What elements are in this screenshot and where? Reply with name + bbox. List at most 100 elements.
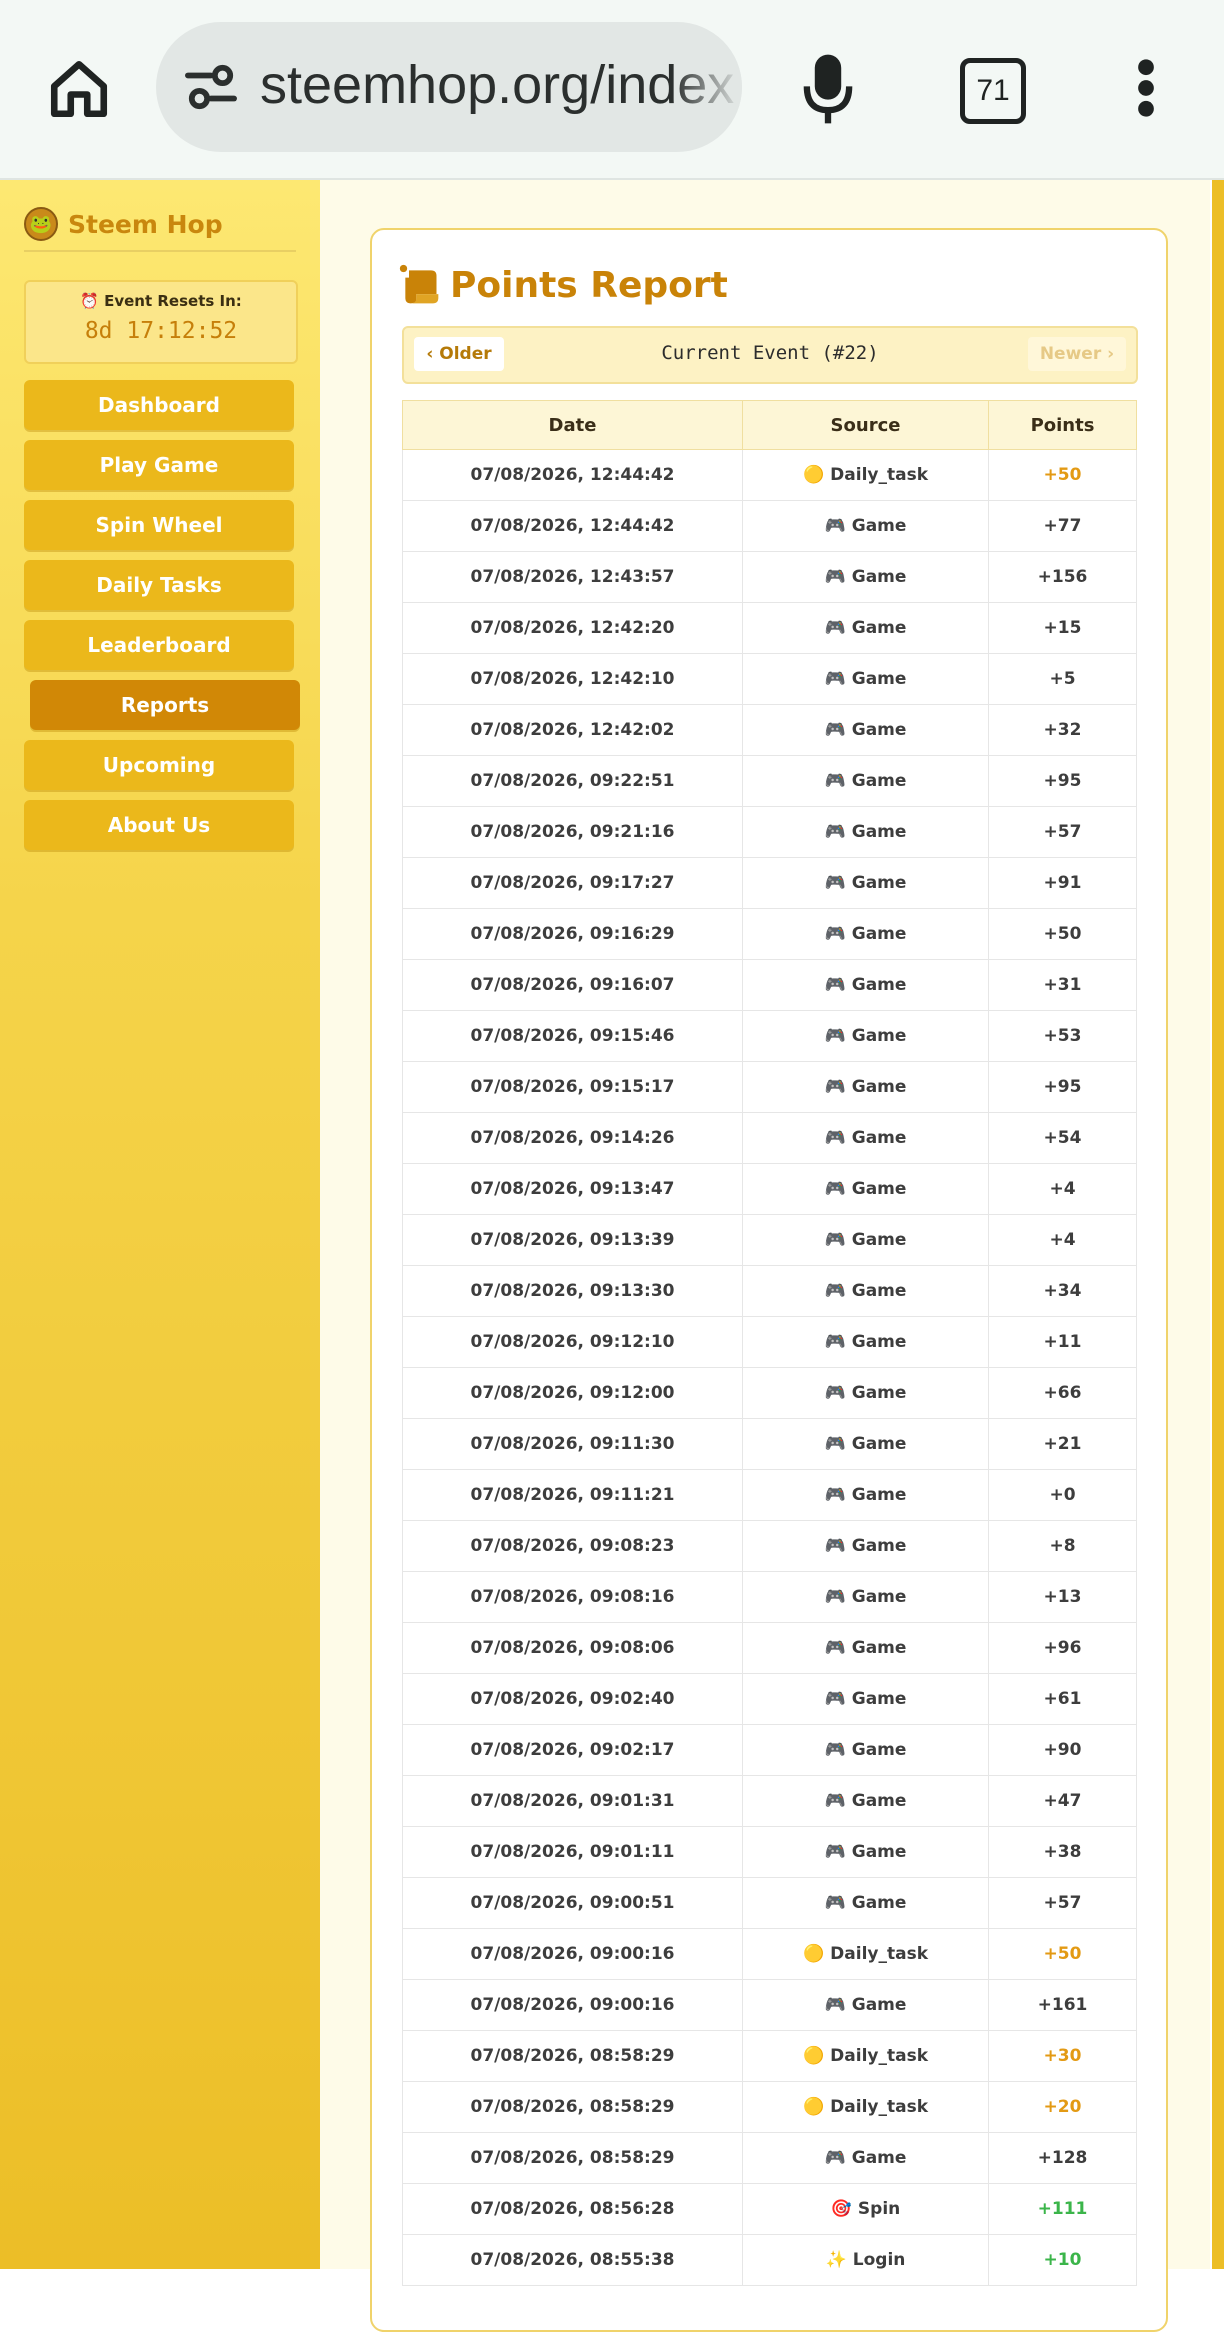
table-row: 07/08/2026, 08:58:29 🟡 Daily_task +30 [402, 2030, 1137, 2082]
table-row: 07/08/2026, 12:44:42 🟡 Daily_task +50 [402, 449, 1137, 501]
table-row: 07/08/2026, 09:13:47 🎮 Game +4 [402, 1163, 1137, 1215]
row-source-label: Game [851, 618, 907, 638]
row-source: 🎮 Game [742, 806, 989, 858]
row-source: 🎮 Game [742, 653, 989, 705]
brand[interactable]: 🐸 Steem Hop [24, 204, 223, 244]
row-source: 🎮 Game [742, 1571, 989, 1623]
row-source: 🎮 Game [742, 1061, 989, 1113]
sidebar-item-dashboard[interactable]: Dashboard [24, 380, 294, 430]
sidebar-item-play-game[interactable]: Play Game [24, 440, 294, 490]
row-source-label: Daily_task [830, 465, 928, 485]
row-date: 07/08/2026, 12:42:10 [402, 653, 743, 705]
more-menu-icon[interactable] [1136, 58, 1156, 118]
gamepad-icon: 🎮 [824, 618, 846, 638]
row-source: 🎮 Game [742, 857, 989, 909]
row-source-label: Game [851, 516, 907, 536]
timer-label: ⏰ Event Resets In: [80, 292, 242, 310]
row-source: 🎮 Game [742, 755, 989, 807]
table-row: 07/08/2026, 09:01:31 🎮 Game +47 [402, 1775, 1137, 1827]
gamepad-icon: 🎮 [824, 1740, 846, 1760]
row-date: 07/08/2026, 09:22:51 [402, 755, 743, 807]
row-date: 07/08/2026, 09:14:26 [402, 1112, 743, 1164]
row-source: 🎮 Game [742, 704, 989, 756]
chevron-right-icon: › [1101, 344, 1115, 364]
address-bar[interactable]: steemhop.org/index [156, 22, 742, 152]
table-row: 07/08/2026, 09:11:30 🎮 Game +21 [402, 1418, 1137, 1470]
row-source-label: Game [851, 1587, 907, 1607]
url-text[interactable]: steemhop.org/index [260, 54, 734, 116]
row-source-label: Daily_task [830, 1944, 928, 1964]
row-points: +31 [988, 959, 1137, 1011]
scroll-icon [399, 264, 439, 304]
row-source: 🎮 Game [742, 1775, 989, 1827]
row-points: +32 [988, 704, 1137, 756]
table-row: 07/08/2026, 09:00:16 🎮 Game +161 [402, 1979, 1137, 2031]
table-row: 07/08/2026, 09:08:06 🎮 Game +96 [402, 1622, 1137, 1674]
row-points: +0 [988, 1469, 1137, 1521]
row-date: 07/08/2026, 09:12:10 [402, 1316, 743, 1368]
row-source: 🎮 Game [742, 2132, 989, 2184]
column-header-source[interactable]: Source [742, 400, 989, 450]
row-source: 🎮 Game [742, 1724, 989, 1776]
browser-toolbar: steemhop.org/index 71 [0, 0, 1224, 180]
microphone-icon[interactable] [800, 52, 856, 126]
sidebar-item-about-us[interactable]: About Us [24, 800, 294, 850]
row-source-label: Game [851, 1995, 907, 2015]
table-row: 07/08/2026, 09:13:39 🎮 Game +4 [402, 1214, 1137, 1266]
gamepad-icon: 🎮 [824, 1128, 846, 1148]
gamepad-icon: 🎮 [824, 516, 846, 536]
table-row: 07/08/2026, 09:12:00 🎮 Game +66 [402, 1367, 1137, 1419]
gamepad-icon: 🎮 [824, 1026, 846, 1046]
row-date: 07/08/2026, 09:01:11 [402, 1826, 743, 1878]
row-date: 07/08/2026, 09:08:16 [402, 1571, 743, 1623]
row-date: 07/08/2026, 08:58:29 [402, 2030, 743, 2082]
sidebar-item-reports[interactable]: Reports [30, 680, 300, 730]
row-date: 07/08/2026, 12:42:20 [402, 602, 743, 654]
home-icon[interactable] [46, 56, 112, 122]
row-points: +96 [988, 1622, 1137, 1674]
brand-name: Steem Hop [68, 209, 223, 239]
table-row: 07/08/2026, 12:42:20 🎮 Game +15 [402, 602, 1137, 654]
table-row: 07/08/2026, 09:15:46 🎮 Game +53 [402, 1010, 1137, 1062]
site-settings-icon[interactable] [184, 62, 238, 112]
row-points: +30 [988, 2030, 1137, 2082]
row-points: +66 [988, 1367, 1137, 1419]
sidebar-item-daily-tasks[interactable]: Daily Tasks [24, 560, 294, 610]
table-row: 07/08/2026, 09:00:16 🟡 Daily_task +50 [402, 1928, 1137, 1980]
newer-button[interactable]: Newer › [1028, 337, 1126, 371]
tab-switcher-button[interactable]: 71 [960, 58, 1026, 124]
sidebar: 🐸 Steem Hop ⏰ Event Resets In: 8d 17:12:… [0, 180, 320, 2269]
column-header-date[interactable]: Date [402, 400, 743, 450]
steem-hop-logo-icon: 🐸 [24, 207, 58, 241]
gamepad-icon: 🎮 [824, 1332, 846, 1352]
row-source: 🎮 Game [742, 959, 989, 1011]
row-source-label: Game [851, 1689, 907, 1709]
row-points: +4 [988, 1163, 1137, 1215]
coin-icon: 🟡 [802, 465, 825, 485]
row-source-label: Game [851, 1179, 907, 1199]
row-source: 🎮 Game [742, 1418, 989, 1470]
page-title-text: Points Report [450, 264, 728, 306]
event-pager: ‹ Older Current Event (#22) Newer › [402, 326, 1138, 384]
points-table: Date Source Points 07/08/2026, 12:44:42 🟡… [402, 400, 1137, 2286]
row-date: 07/08/2026, 09:12:00 [402, 1367, 743, 1419]
row-points: +57 [988, 1877, 1137, 1929]
row-date: 07/08/2026, 12:43:57 [402, 551, 743, 603]
row-points: +38 [988, 1826, 1137, 1878]
row-source-label: Game [851, 1077, 907, 1097]
row-date: 07/08/2026, 08:55:38 [402, 2234, 743, 2286]
gamepad-icon: 🎮 [824, 1689, 846, 1709]
row-date: 07/08/2026, 12:44:42 [402, 449, 743, 501]
table-row: 07/08/2026, 09:00:51 🎮 Game +57 [402, 1877, 1137, 1929]
row-date: 07/08/2026, 09:08:23 [402, 1520, 743, 1572]
sidebar-item-spin-wheel[interactable]: Spin Wheel [24, 500, 294, 550]
sidebar-item-upcoming[interactable]: Upcoming [24, 740, 294, 790]
table-header-row: Date Source Points [402, 400, 1137, 450]
row-source: 🎮 Game [742, 1010, 989, 1062]
sidebar-item-leaderboard[interactable]: Leaderboard [24, 620, 294, 670]
coin-icon: 🟡 [802, 2046, 825, 2066]
row-points: +50 [988, 449, 1137, 501]
column-header-points[interactable]: Points [988, 400, 1137, 450]
table-row: 07/08/2026, 08:58:29 🎮 Game +128 [402, 2132, 1137, 2184]
row-date: 07/08/2026, 12:42:02 [402, 704, 743, 756]
